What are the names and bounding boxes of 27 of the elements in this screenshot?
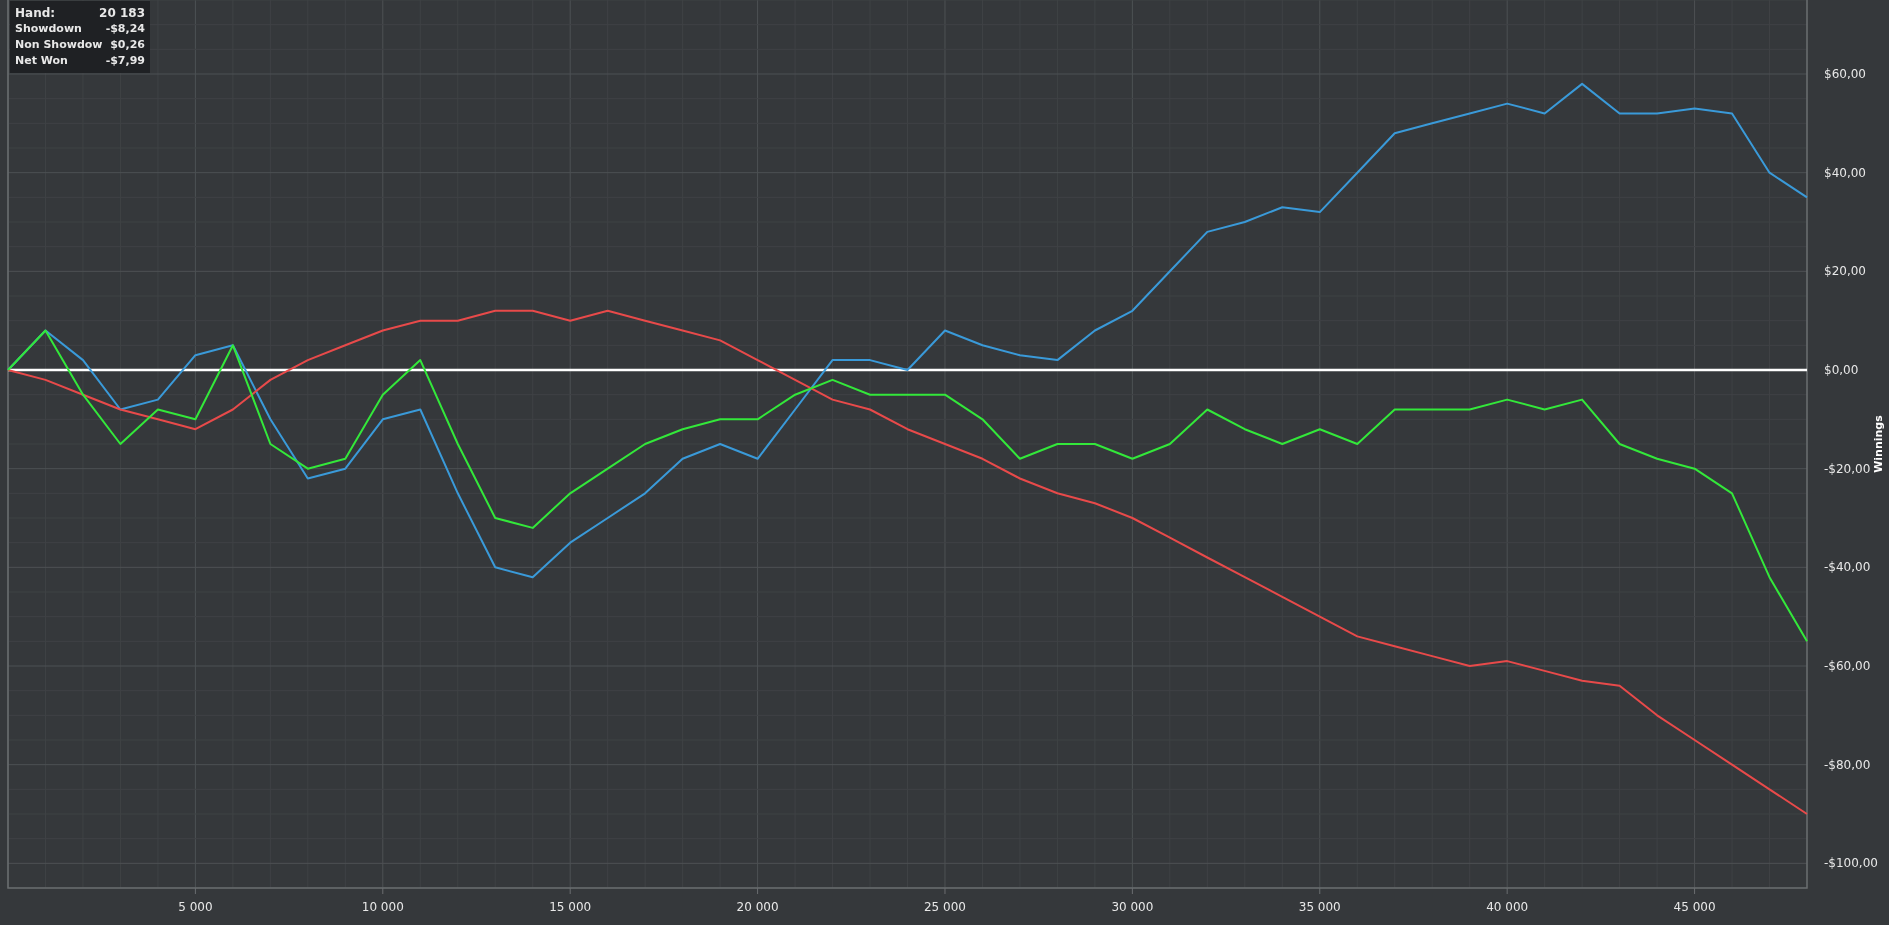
info-value: $0,26	[110, 37, 145, 53]
info-label: Non Showdow	[15, 37, 103, 53]
axis-tick-label: 40 000	[1486, 900, 1529, 914]
info-value: 20 183	[99, 5, 145, 21]
axis-tick-label: $40,00	[1824, 165, 1866, 180]
info-value: -$8,24	[105, 21, 145, 37]
axis-tick-label: -$20,00	[1824, 461, 1871, 476]
axis-title: Winnings	[1872, 415, 1885, 473]
axis-tick-label: $0,00	[1824, 363, 1859, 377]
axis-tick-label: 25 000	[924, 900, 966, 914]
axis-tick-label: 30 000	[1111, 900, 1154, 914]
info-label: Showdown	[15, 21, 82, 37]
info-value: -$7,99	[105, 53, 145, 69]
axis-tick-label: 45 000	[1673, 900, 1716, 914]
axis-tick-label: $60,00	[1824, 67, 1866, 81]
axis-tick-label: 35 000	[1298, 900, 1341, 914]
info-label: Hand:	[15, 5, 56, 21]
axis-tick-label: 5 000	[178, 900, 213, 914]
axis-tick-label: -$100,00	[1824, 856, 1878, 871]
axis-tick-label: -$40,00	[1824, 560, 1871, 575]
info-label: Net Won	[15, 53, 68, 69]
axis-tick-label: 10 000	[361, 900, 404, 914]
axis-tick-label: -$60,00	[1824, 659, 1871, 673]
axis-tick-label: $20,00	[1824, 264, 1866, 279]
axis-tick-label: -$80,00	[1824, 757, 1871, 772]
axis-tick-label: 15 000	[549, 900, 592, 914]
axis-tick-label: 20 000	[736, 900, 779, 914]
